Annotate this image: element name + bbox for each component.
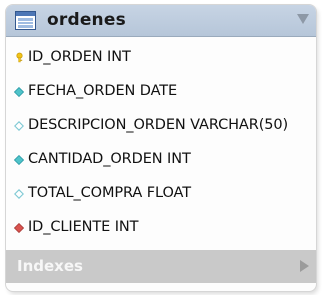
table-title: ordenes: [47, 10, 126, 30]
column-row[interactable]: TOTAL_COMPRA FLOAT: [6, 177, 316, 211]
nullable-column-icon: [14, 121, 24, 131]
not-null-column-icon: [14, 87, 24, 97]
not-null-column-icon: [14, 155, 24, 165]
foreign-key-icon: [14, 223, 24, 233]
column-label: DESCRIPCION_ORDEN VARCHAR(50): [28, 117, 289, 133]
column-label: FECHA_ORDEN DATE: [28, 83, 178, 99]
column-row[interactable]: FECHA_ORDEN DATE: [6, 75, 316, 109]
column-row[interactable]: CANTIDAD_ORDEN INT: [6, 143, 316, 177]
collapse-triangle-icon[interactable]: [297, 14, 309, 24]
column-row[interactable]: DESCRIPCION_ORDEN VARCHAR(50): [6, 109, 316, 143]
column-row[interactable]: ID_ORDEN INT: [6, 41, 316, 75]
column-list: ID_ORDEN INT FECHA_ORDEN DATE DESCRIPCIO…: [6, 41, 316, 245]
primary-key-icon: [16, 52, 23, 63]
column-row[interactable]: ID_CLIENTE INT: [6, 211, 316, 245]
table-header[interactable]: ordenes: [6, 5, 316, 37]
indexes-section[interactable]: Indexes: [6, 250, 316, 283]
table-icon: [15, 11, 36, 30]
nullable-column-icon: [14, 189, 24, 199]
column-label: TOTAL_COMPRA FLOAT: [28, 185, 191, 201]
indexes-label: Indexes: [17, 257, 83, 275]
expand-triangle-icon[interactable]: [300, 260, 309, 272]
column-label: ID_ORDEN INT: [28, 49, 131, 65]
table-ordenes[interactable]: ordenes ID_ORDEN INT FECHA_ORDEN DATE DE…: [6, 5, 316, 291]
column-label: ID_CLIENTE INT: [28, 219, 139, 235]
column-label: CANTIDAD_ORDEN INT: [28, 151, 191, 167]
